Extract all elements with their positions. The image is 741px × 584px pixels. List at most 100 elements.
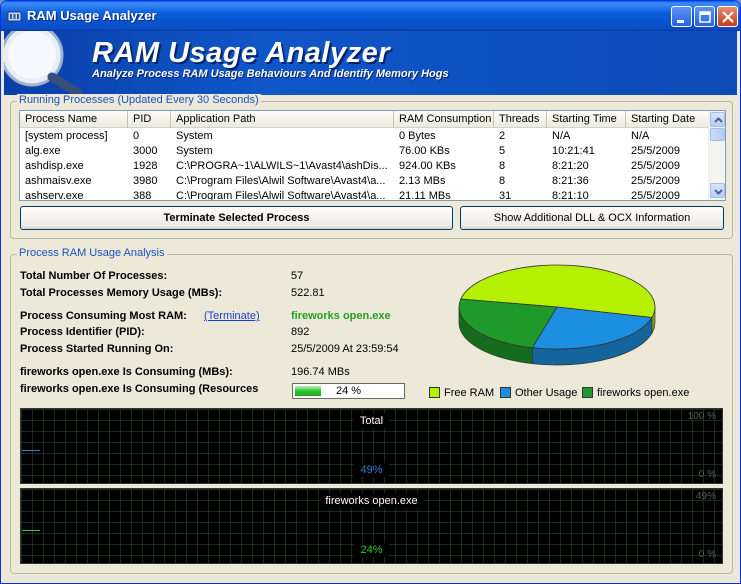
process-list-header: Process Name PID Application Path RAM Co… xyxy=(20,111,710,128)
total-memory-value: 522.81 xyxy=(291,287,325,299)
table-cell: 31 xyxy=(499,190,512,201)
usage-analysis-label: Process RAM Usage Analysis xyxy=(17,247,167,259)
app-icon xyxy=(7,11,22,22)
banner-title: RAM Usage Analyzer xyxy=(92,37,391,69)
table-cell: System xyxy=(176,130,213,142)
column-ram-consumption[interactable]: RAM Consumption xyxy=(394,111,494,128)
legend-swatch xyxy=(429,387,440,398)
table-cell: 1928 xyxy=(133,160,158,172)
banner-subtitle: Analyze Process RAM Usage Behaviours And… xyxy=(92,68,449,80)
maximize-button[interactable] xyxy=(694,6,715,27)
header-banner: RAM Usage Analyzer Analyze Process RAM U… xyxy=(4,31,737,95)
table-cell: ashserv.exe xyxy=(25,190,84,201)
magnifier-icon xyxy=(4,31,83,95)
table-cell: 25/5/2009 xyxy=(631,175,680,187)
table-row[interactable]: ashdisp.exe 1928 C:\PROGRA~1\ALWILS~1\Avas… xyxy=(20,159,710,174)
table-cell: 10:21:41 xyxy=(552,145,595,157)
scroll-up-button[interactable] xyxy=(710,112,725,127)
table-cell: 388 xyxy=(133,190,152,201)
resource-progress-text: 24 % xyxy=(335,385,362,397)
column-starting-time[interactable]: Starting Time xyxy=(547,111,626,128)
table-row[interactable]: ashmaisv.exe 3980 C:\Program Files\Alwil S… xyxy=(20,174,710,189)
table-cell: C:\PROGRA~1\ALWILS~1\Avast4\ashDis... xyxy=(176,160,388,172)
table-cell: ashmaisv.exe xyxy=(25,175,92,187)
table-cell: 3000 xyxy=(133,145,158,157)
graph-axis-min: 0 % xyxy=(698,549,716,560)
table-cell: alg.exe xyxy=(25,145,61,157)
table-row[interactable]: [system process] 0 System 0 Bytes 2 N/A N/A xyxy=(20,129,710,144)
table-cell: 25/5/2009 xyxy=(631,145,680,157)
close-icon xyxy=(722,11,734,23)
process-list-scrollbar[interactable] xyxy=(708,111,725,200)
close-button[interactable] xyxy=(717,6,738,27)
graph-axis-min: 0 % xyxy=(698,469,716,480)
table-cell: C:\Program Files\Alwil Software\Avast4\a… xyxy=(176,175,386,187)
title-bar[interactable]: RAM Usage Analyzer xyxy=(1,1,740,31)
chevron-down-icon xyxy=(714,189,723,195)
graph-current-row: 49% xyxy=(21,463,722,477)
legend-swatch xyxy=(582,387,593,398)
graph-axis-max: 49% xyxy=(695,491,716,502)
table-cell: 0 xyxy=(133,130,140,142)
app-window: RAM Usage Analyzer RAM Usage Analyzer An… xyxy=(0,0,741,584)
column-pid[interactable]: PID xyxy=(128,111,171,128)
most-ram-process: fireworks open.exe xyxy=(291,310,391,322)
table-cell: C:\Program Files\Alwil Software\Avast4\a… xyxy=(176,190,386,201)
graph-trace xyxy=(22,530,40,531)
table-cell: 25/5/2009 xyxy=(631,160,680,172)
terminate-process-button[interactable]: Terminate Selected Process xyxy=(20,206,453,230)
graph-title: Total xyxy=(353,413,390,429)
maximize-icon xyxy=(699,11,711,23)
table-cell: 2.13 MBs xyxy=(399,175,446,187)
started-value: 25/5/2009 At 23:59:54 xyxy=(291,343,399,355)
process-list[interactable]: Process Name PID Application Path RAM Co… xyxy=(19,110,726,201)
table-cell: 8:21:36 xyxy=(552,175,589,187)
legend-label: fireworks open.exe xyxy=(597,387,690,399)
graph-current-row: 24% xyxy=(21,543,722,557)
column-starting-date[interactable]: Starting Date xyxy=(626,111,710,128)
table-cell: N/A xyxy=(552,130,571,142)
chevron-up-icon xyxy=(714,117,723,123)
legend-item: Other Usage xyxy=(500,387,577,399)
column-threads[interactable]: Threads xyxy=(494,111,547,128)
table-cell: 21.11 MBs xyxy=(399,190,451,201)
memory-pie-chart xyxy=(458,264,656,366)
total-memory-label: Total Processes Memory Usage (MBs): xyxy=(20,287,223,299)
graph-axis-max: 100 % xyxy=(687,411,716,422)
consuming-mb-label: fireworks open.exe Is Consuming (MBs): xyxy=(20,366,233,378)
table-cell: N/A xyxy=(631,130,650,142)
minimize-button[interactable] xyxy=(671,6,692,27)
table-cell: 8:21:10 xyxy=(552,190,589,201)
table-cell: 8 xyxy=(499,175,506,187)
table-row[interactable]: alg.exe 3000 System 76.00 KBs 5 10:21:41 25/5/… xyxy=(20,144,710,159)
legend-swatch xyxy=(500,387,511,398)
table-cell: 2 xyxy=(499,130,506,142)
table-cell: 0 Bytes xyxy=(399,130,436,142)
scroll-thumb[interactable] xyxy=(710,128,725,141)
usage-graph: fireworks open.exe 24% 49% 0 % xyxy=(20,488,723,564)
table-cell: System xyxy=(176,145,213,157)
resource-progress-bar: 24 % xyxy=(292,383,405,399)
terminate-link[interactable]: (Terminate) xyxy=(204,310,260,322)
total-processes-label: Total Number Of Processes: xyxy=(20,270,168,282)
graph-title-row: fireworks open.exe xyxy=(21,493,722,509)
minimize-icon xyxy=(677,20,684,23)
table-cell: 25/5/2009 xyxy=(631,190,680,201)
table-cell: 8 xyxy=(499,160,506,172)
legend-item: fireworks open.exe xyxy=(582,387,689,399)
graph-trace xyxy=(22,450,40,451)
table-cell: 924.00 KBs xyxy=(399,160,456,172)
column-process-name[interactable]: Process Name xyxy=(20,111,128,128)
scroll-down-button[interactable] xyxy=(710,183,725,198)
table-cell: 5 xyxy=(499,145,506,157)
consuming-mb-value: 196.74 MBs xyxy=(291,366,350,378)
show-dll-ocx-button[interactable]: Show Additional DLL & OCX Information xyxy=(460,206,724,230)
graph-current-value: 49% xyxy=(354,463,389,477)
table-row[interactable]: ashserv.exe 388 C:\Program Files\Alwil Sof… xyxy=(20,189,710,201)
graph-current-value: 24% xyxy=(354,543,389,557)
legend-label: Other Usage xyxy=(515,387,578,399)
total-processes-value: 57 xyxy=(291,270,304,282)
graph-title-row: Total xyxy=(21,413,722,429)
column-application-path[interactable]: Application Path xyxy=(171,111,394,128)
window-title: RAM Usage Analyzer xyxy=(27,8,157,23)
